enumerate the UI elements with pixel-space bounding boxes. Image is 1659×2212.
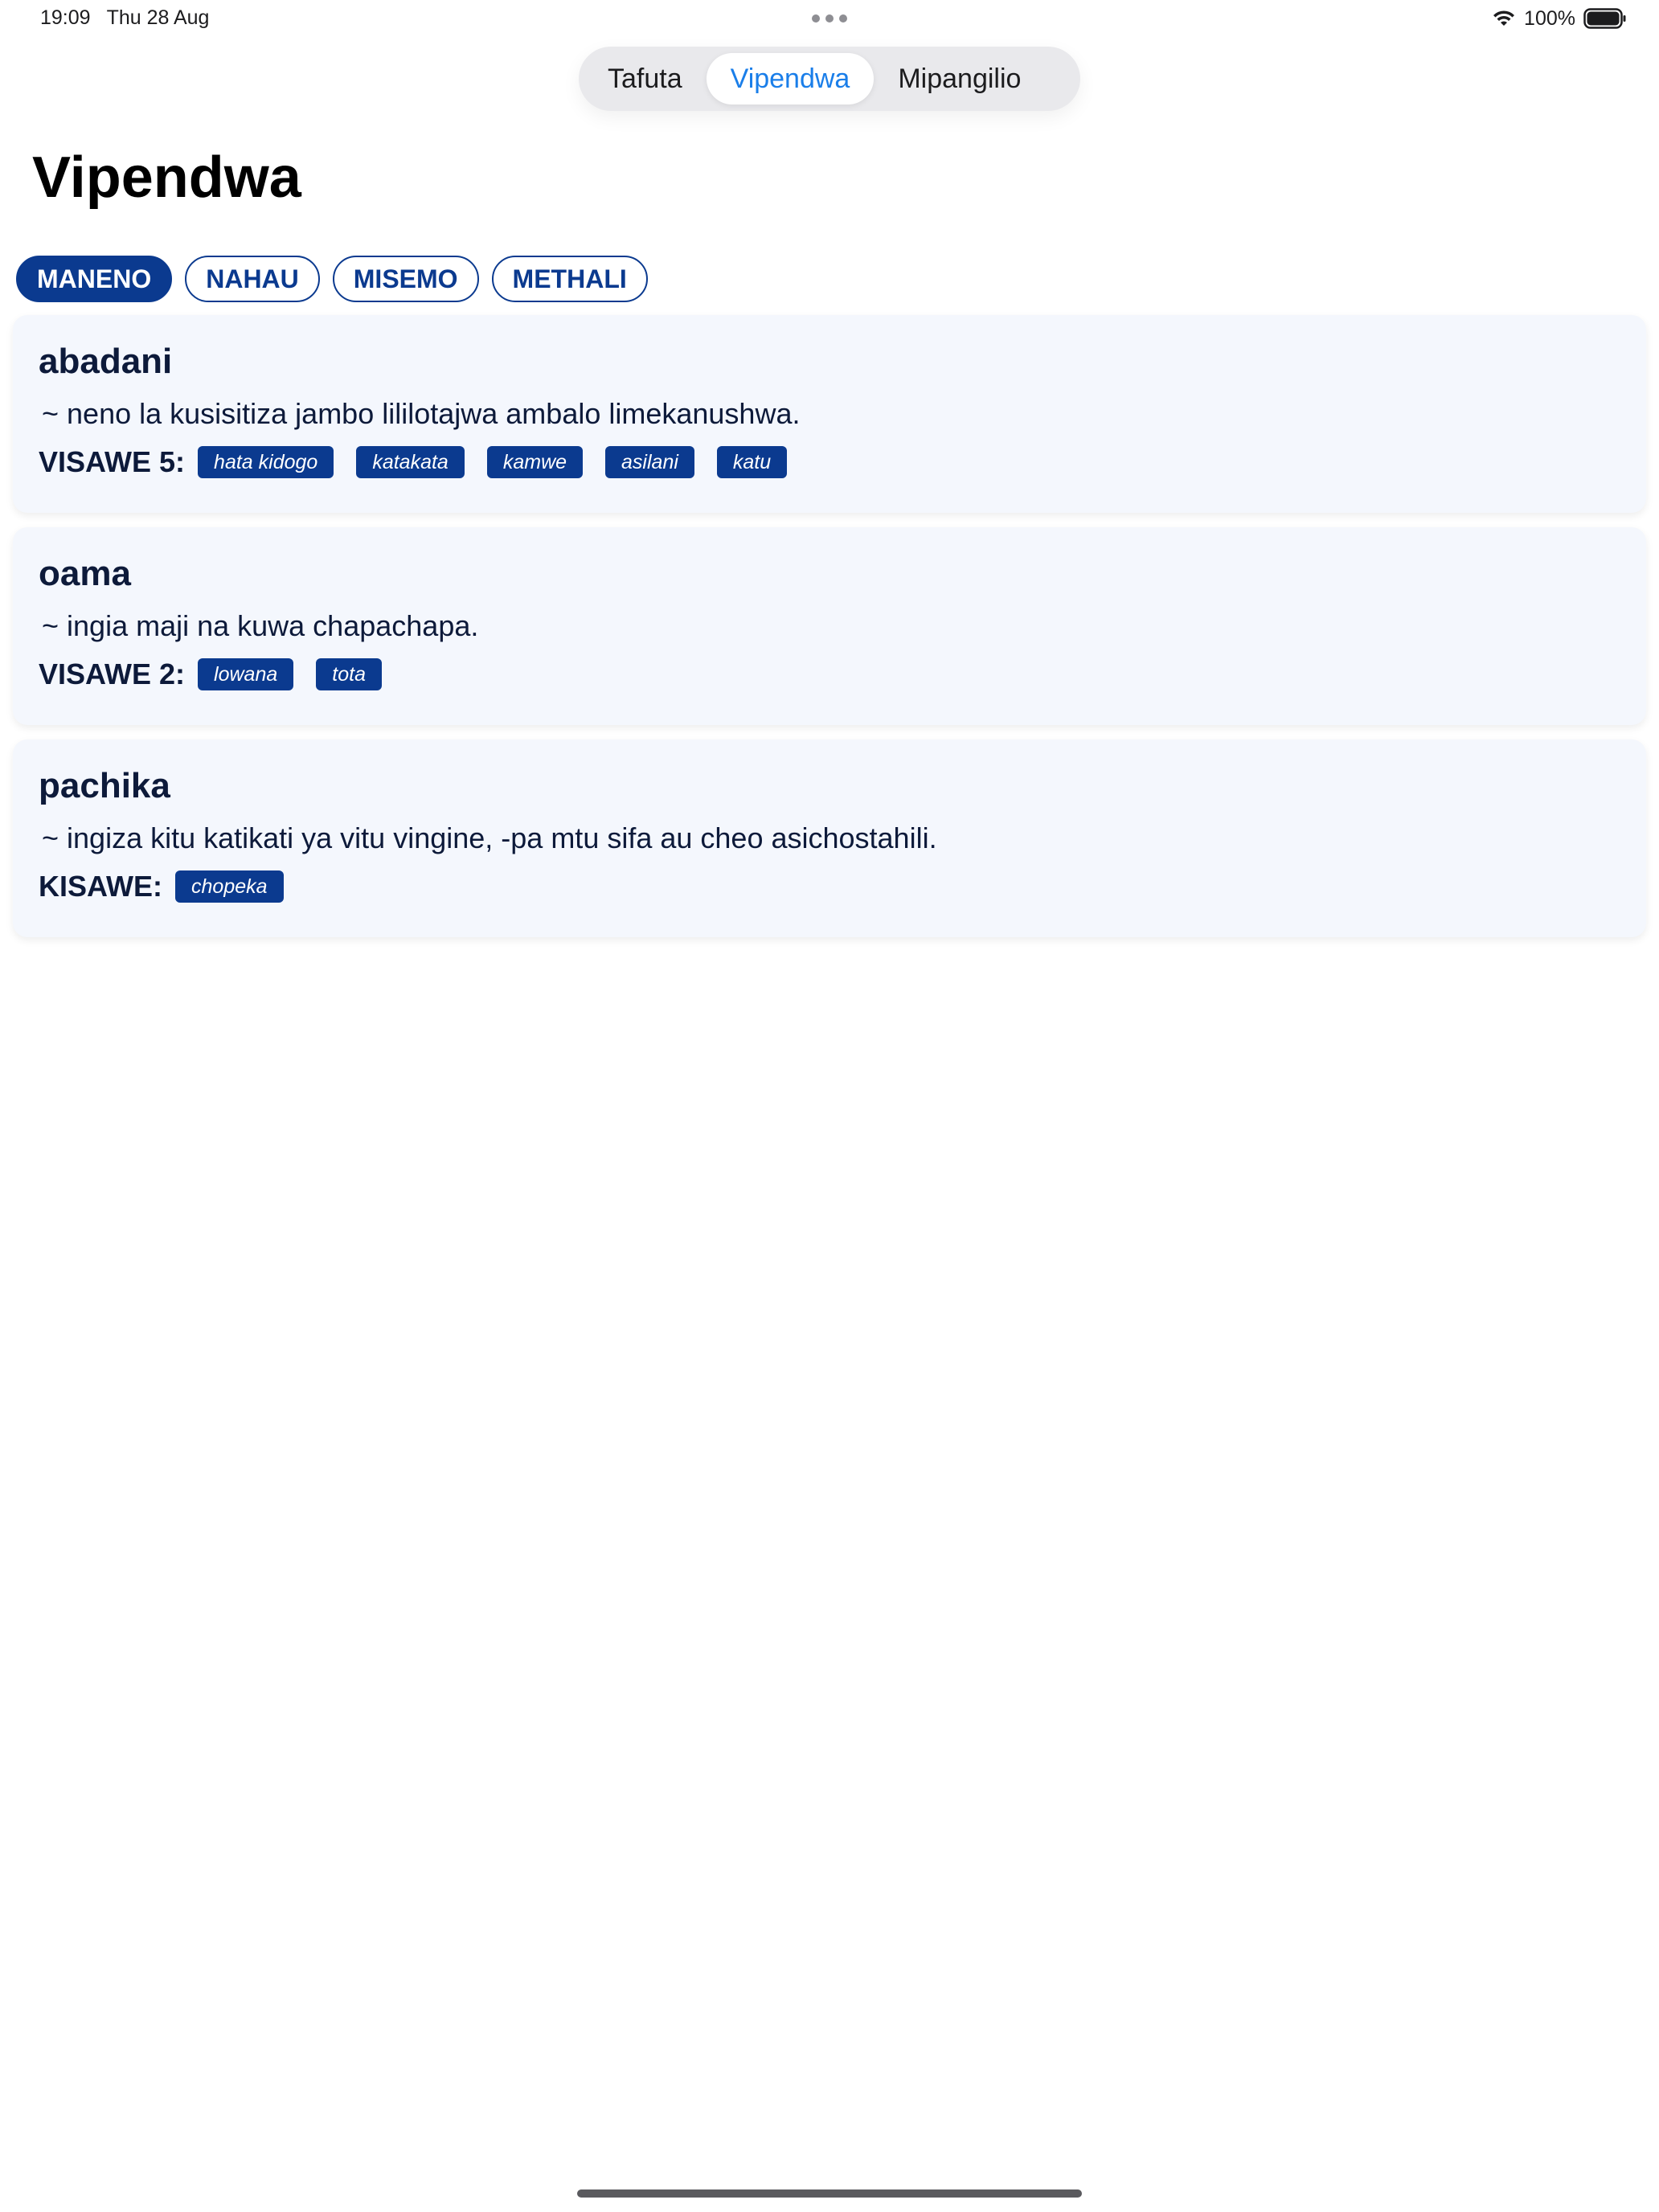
synonym-tag[interactable]: katu [716,446,788,478]
main-tab-bar: Tafuta Vipendwa Mipangilio [579,47,1080,111]
battery-percent: 100% [1524,6,1575,30]
synonym-tag[interactable]: tota [316,658,382,690]
tab-vipendwa[interactable]: Vipendwa [706,53,875,104]
synonym-label: VISAWE 5: [39,445,186,478]
synonym-tag[interactable]: lowana [198,658,294,690]
tab-mipangilio[interactable]: Mipangilio [874,53,1045,104]
entry-word: oama [39,554,131,593]
category-filter: MANENO NAHAU MISEMO METHALI [16,256,648,302]
synonym-tag[interactable]: katakata [356,446,465,478]
synonym-tag[interactable]: asilani [605,446,694,478]
home-indicator[interactable] [577,2189,1082,2198]
favorites-list: abadani ~ neno la kusisitiza jambo lilil… [13,315,1646,952]
status-bar-right: 100% [1492,5,1627,32]
page-title: Vipendwa [32,145,301,210]
synonym-tag[interactable]: kamwe [486,446,584,478]
synonym-tag[interactable]: chopeka [175,870,284,903]
status-date: Thu 28 Aug [106,6,210,29]
favorite-card[interactable]: oama ~ ingia maji na kuwa chapachapa. VI… [13,527,1646,725]
status-bar-left: 19:09 Thu 28 Aug [40,6,225,30]
entry-definition: ~ neno la kusisitiza jambo lililotajwa a… [42,397,801,430]
entry-word: pachika [39,766,170,805]
status-time: 19:09 [40,6,91,29]
favorite-card[interactable]: abadani ~ neno la kusisitiza jambo lilil… [13,315,1646,513]
synonym-label: VISAWE 2: [39,657,186,690]
synonym-tag[interactable]: hata kidogo [198,446,334,478]
synonym-row: KISAWE: chopeka [39,870,1620,903]
entry-definition: ~ ingiza kitu katikati ya vitu vingine, … [42,821,937,854]
battery-icon [1583,8,1626,29]
synonym-row: VISAWE 5: hata kidogo katakata kamwe asi… [39,445,1620,479]
entry-definition: ~ ingia maji na kuwa chapachapa. [42,609,479,642]
synonym-row: VISAWE 2: lowana tota [39,657,1620,691]
filter-misemo[interactable]: MISEMO [332,256,479,302]
filter-maneno[interactable]: MANENO [16,256,173,302]
favorite-card[interactable]: pachika ~ ingiza kitu katikati ya vitu v… [13,739,1646,937]
synonym-label: KISAWE: [39,870,163,903]
filter-methali[interactable]: METHALI [491,256,648,302]
filter-nahau[interactable]: NAHAU [185,256,320,302]
multitask-dots-icon[interactable] [812,14,847,23]
wifi-icon [1493,10,1515,26]
tab-tafuta[interactable]: Tafuta [584,53,707,104]
entry-word: abadani [39,342,173,381]
